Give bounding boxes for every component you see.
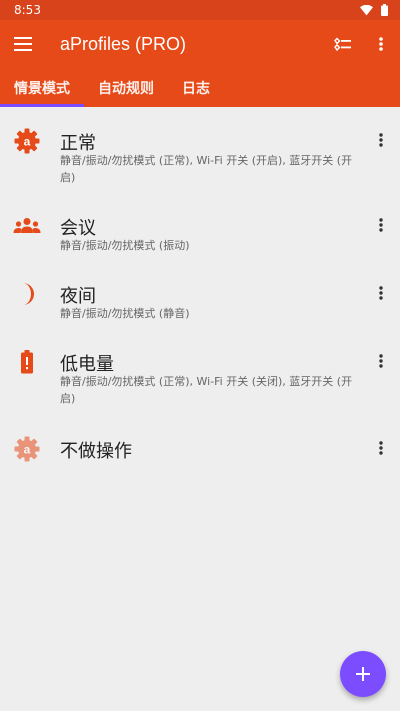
battery-alert-icon xyxy=(13,348,41,376)
app-title: aProfiles (PRO) xyxy=(60,33,187,54)
svg-text:a: a xyxy=(24,135,31,149)
people-icon xyxy=(13,212,41,240)
gear-a-faded-icon: a xyxy=(13,435,41,463)
status-bar: 8:53 xyxy=(0,0,400,20)
add-profile-button[interactable] xyxy=(340,651,386,697)
profile-item-low-battery[interactable]: 低电量 静音/振动/勿扰模式 (正常), Wi-Fi 开关 (关闭), 蓝牙开关… xyxy=(0,336,400,422)
profile-name: 不做操作 xyxy=(60,441,132,462)
profile-description: 静音/振动/勿扰模式 (正常), Wi-Fi 开关 (开启), 蓝牙开关 (开启… xyxy=(60,154,353,184)
battery-icon xyxy=(381,4,388,16)
profile-item-night[interactable]: 夜间 静音/振动/勿扰模式 (静音) xyxy=(0,268,400,330)
tab-label: 自动规则 xyxy=(98,80,154,97)
wifi-icon xyxy=(360,4,373,15)
profile-more-button[interactable] xyxy=(370,349,392,373)
profile-more-button[interactable] xyxy=(370,213,392,237)
menu-button[interactable] xyxy=(0,20,46,68)
more-vert-icon xyxy=(379,354,383,368)
filter-list-button[interactable] xyxy=(324,20,362,68)
tab-auto-rules[interactable]: 自动规则 xyxy=(84,68,168,107)
profile-item-meeting[interactable]: 会议 静音/振动/勿扰模式 (振动) xyxy=(0,200,400,262)
checklist-icon xyxy=(334,37,351,51)
plus-icon xyxy=(356,667,370,681)
more-vert-icon xyxy=(379,37,383,51)
hamburger-icon xyxy=(14,37,32,51)
overflow-menu-button[interactable] xyxy=(362,20,400,68)
profile-more-button[interactable] xyxy=(370,436,392,460)
tab-label: 情景模式 xyxy=(14,80,70,97)
svg-text:a: a xyxy=(24,443,31,457)
profile-description: 静音/振动/勿扰模式 (静音) xyxy=(60,307,190,320)
profile-more-button[interactable] xyxy=(370,281,392,305)
tab-label: 日志 xyxy=(182,80,210,97)
tab-log[interactable]: 日志 xyxy=(168,68,224,107)
profile-description: 静音/振动/勿扰模式 (振动) xyxy=(60,239,190,252)
status-time: 8:53 xyxy=(14,3,41,17)
profile-item-normal[interactable]: a 正常 静音/振动/勿扰模式 (正常), Wi-Fi 开关 (开启), 蓝牙开… xyxy=(0,107,400,193)
more-vert-icon xyxy=(379,218,383,232)
status-icons xyxy=(360,4,388,16)
profile-item-no-action[interactable]: a 不做操作 xyxy=(0,427,400,471)
moon-icon xyxy=(13,280,41,308)
gear-a-icon: a xyxy=(13,127,41,155)
more-vert-icon xyxy=(379,286,383,300)
more-vert-icon xyxy=(379,441,383,455)
app-bar: aProfiles (PRO) xyxy=(0,20,400,68)
tab-profiles[interactable]: 情景模式 xyxy=(0,68,84,107)
profile-more-button[interactable] xyxy=(370,128,392,152)
profile-description: 静音/振动/勿扰模式 (正常), Wi-Fi 开关 (关闭), 蓝牙开关 (开启… xyxy=(60,375,353,405)
more-vert-icon xyxy=(379,133,383,147)
tab-bar: 情景模式 自动规则 日志 xyxy=(0,68,400,107)
